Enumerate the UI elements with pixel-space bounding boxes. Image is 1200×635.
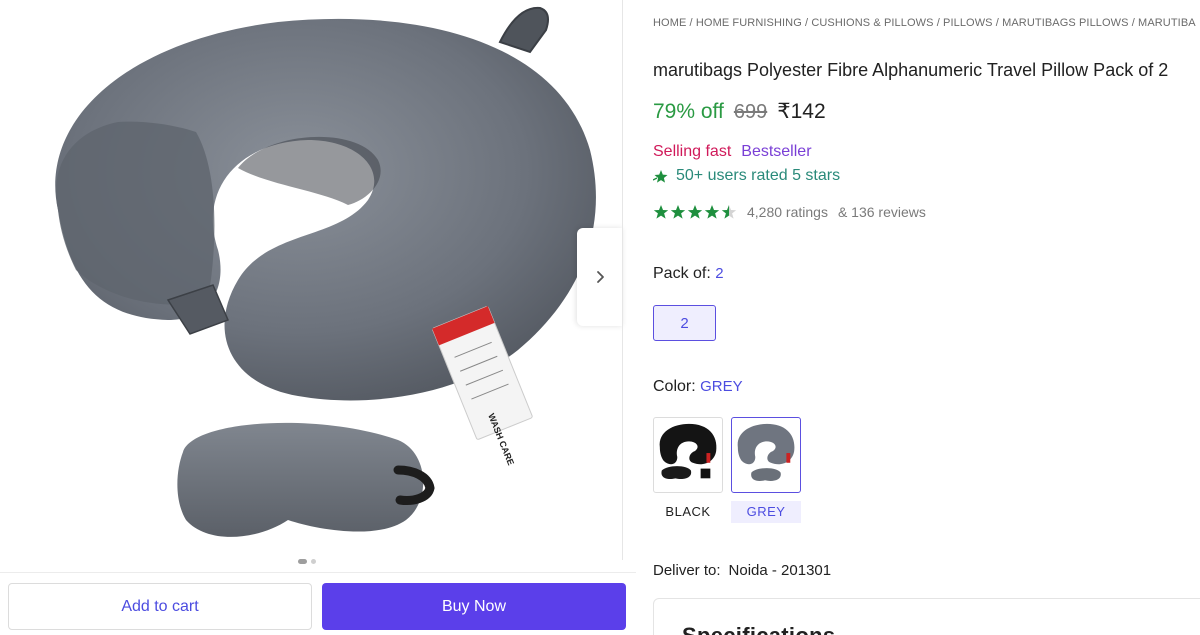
color-label-text: Color: [653, 378, 696, 395]
user-rated-line: 50+ users rated 5 stars [653, 167, 840, 185]
badges: Selling fast Bestseller [653, 143, 812, 161]
chevron-right-icon [597, 271, 604, 283]
pack-option-2[interactable]: 2 [653, 305, 716, 341]
specifications-title: Specifications [682, 623, 835, 635]
product-gallery: WASH CARE [0, 0, 632, 635]
color-swatch-grey[interactable] [731, 417, 801, 493]
star-icon [653, 205, 669, 219]
pack-label: Pack of: 2 [653, 265, 724, 283]
image-pagination-dots [298, 559, 316, 564]
star-icon [670, 205, 686, 219]
discount-percent: 79% off [653, 100, 724, 123]
color-selected-value: GREY [700, 378, 743, 395]
pack-selected-value: 2 [715, 265, 724, 282]
sparkle-star-icon [653, 169, 668, 183]
price-row: 79% off 699 ₹142 [653, 99, 826, 124]
product-image[interactable]: WASH CARE [18, 0, 598, 548]
rating-row[interactable]: 4,280 ratings & 136 reviews [653, 204, 926, 220]
star-icon [704, 205, 720, 219]
grey-pillow-thumbnail [737, 423, 795, 481]
breadcrumb[interactable]: HOME / HOME FURNISHING / CUSHIONS & PILL… [653, 17, 1196, 29]
reviews-count[interactable]: & 136 reviews [838, 204, 926, 220]
add-to-cart-button[interactable]: Add to cart [8, 583, 312, 630]
delivery-pincode[interactable]: Noida - 201301 [729, 562, 832, 579]
color-name-grey[interactable]: GREY [731, 501, 801, 523]
bestseller-badge: Bestseller [741, 143, 812, 160]
star-half-icon [721, 205, 737, 219]
black-pillow-thumbnail [659, 423, 717, 480]
color-label: Color: GREY [653, 378, 743, 396]
rated-text: 50+ users rated 5 stars [676, 167, 841, 184]
next-image-button[interactable] [577, 228, 623, 326]
ratings-count[interactable]: 4,280 ratings [747, 204, 828, 220]
color-name-black[interactable]: BLACK [653, 504, 723, 519]
pack-label-text: Pack of: [653, 265, 711, 282]
original-price: 699 [733, 101, 768, 123]
selling-fast-badge: Selling fast [653, 143, 732, 160]
color-swatch-black[interactable] [653, 417, 723, 493]
delivery-location[interactable]: Deliver to: Noida - 201301 [653, 562, 831, 579]
pagination-dot[interactable] [311, 559, 316, 564]
product-title: marutibags Polyester Fibre Alphanumeric … [653, 60, 1169, 80]
product-details: HOME / HOME FURNISHING / CUSHIONS & PILL… [653, 0, 1200, 635]
buy-now-button[interactable]: Buy Now [322, 583, 626, 630]
specifications-card[interactable]: Specifications [653, 598, 1200, 635]
action-bar: Add to cart Buy Now [0, 572, 636, 635]
deliver-to-label: Deliver to: [653, 562, 721, 579]
star-icon [687, 205, 703, 219]
rating-stars [653, 204, 737, 220]
selling-price: ₹142 [777, 100, 826, 123]
divider [622, 0, 623, 560]
pagination-dot-active[interactable] [298, 559, 307, 564]
